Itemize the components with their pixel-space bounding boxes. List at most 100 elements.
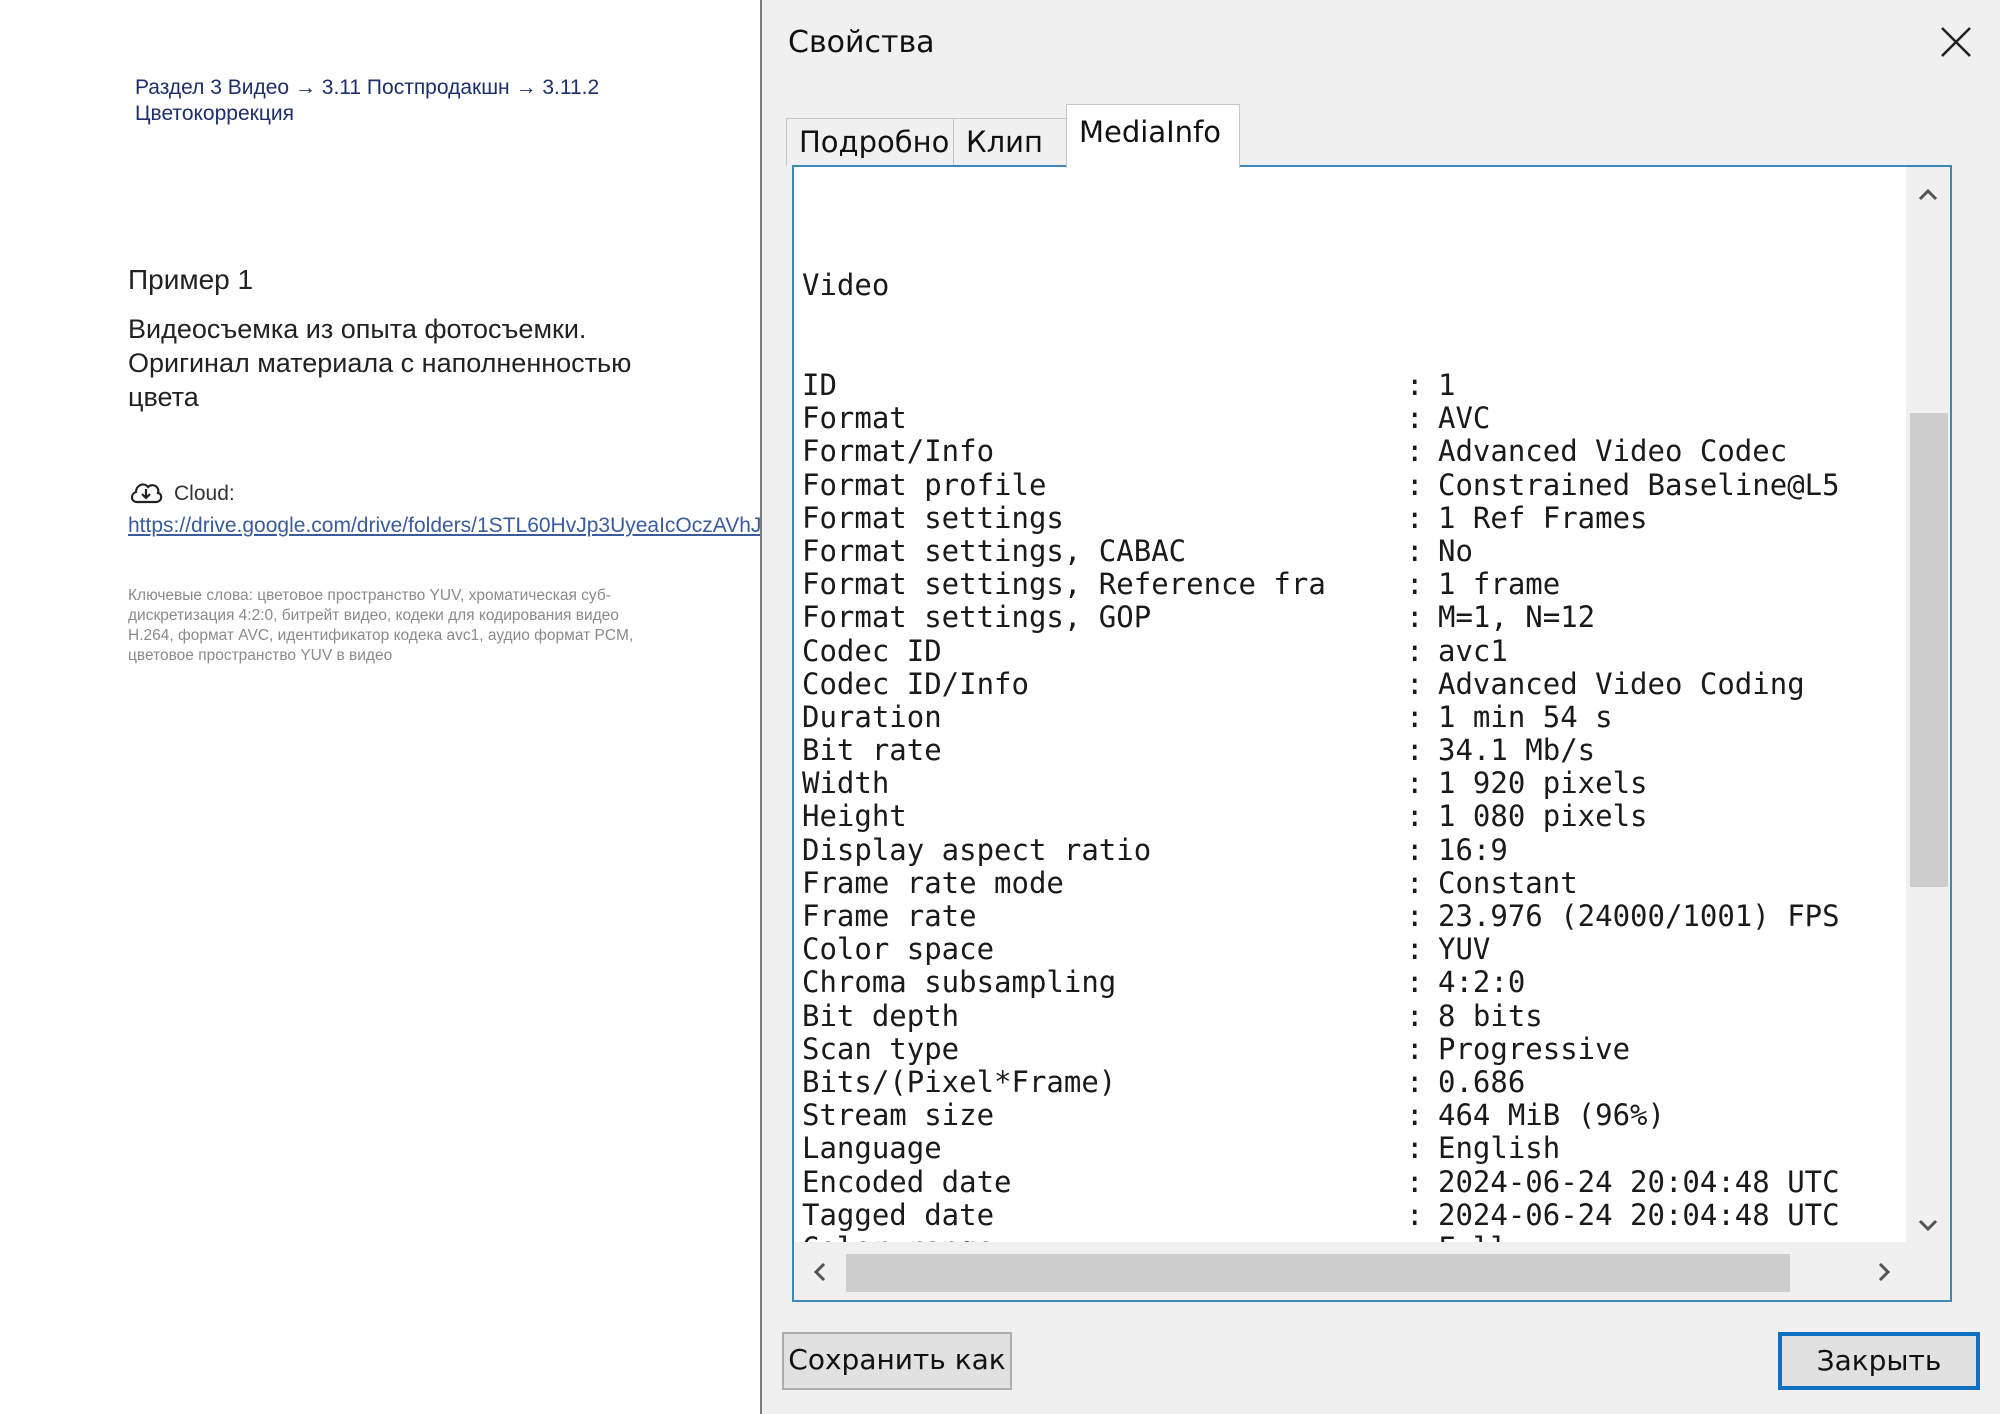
- mediainfo-colon: :: [1406, 932, 1424, 967]
- mediainfo-colon: :: [1406, 1164, 1424, 1199]
- mediainfo-row: Stream size:464 MiB (96%): [802, 1098, 1932, 1133]
- vertical-scrollbar[interactable]: [1906, 167, 1950, 1242]
- mediainfo-row: Format/Info: Advanced Video Codec: [802, 435, 1932, 468]
- mediainfo-row: Color space: YUV: [802, 932, 1932, 967]
- mediainfo-colon: :: [1406, 1197, 1424, 1232]
- mediainfo-row: ID:1: [802, 368, 1932, 402]
- mediainfo-row: Format settings, CABAC: No: [802, 533, 1932, 568]
- chevron-up-icon[interactable]: [1916, 185, 1940, 205]
- horizontal-scrollbar[interactable]: [794, 1242, 1910, 1300]
- mediainfo-value: 1 min 54 s: [1438, 699, 1613, 734]
- mediainfo-row: Duration:1 min 54 s: [802, 699, 1932, 734]
- mediainfo-row: Encoded date:2024-06-24 20:04:48 UTC: [802, 1164, 1932, 1199]
- mediainfo-key: Codec ID: [802, 633, 942, 668]
- save-as-button[interactable]: Сохранить как: [782, 1332, 1012, 1390]
- mediainfo-key: Format settings, CABAC: [802, 533, 1187, 568]
- mediainfo-value: 1 frame: [1438, 567, 1561, 602]
- properties-dialog: Свойства Подробно Клип MediaInfo Video I…: [760, 0, 2000, 1414]
- mediainfo-value: AVC: [1438, 401, 1491, 436]
- mediainfo-row: Bit depth:8 bits: [802, 998, 1932, 1033]
- mediainfo-key: Tagged date: [802, 1197, 995, 1232]
- mediainfo-key: Frame rate mode: [802, 865, 1064, 900]
- cloud-label: Cloud:: [174, 482, 235, 505]
- mediainfo-value: Constant: [1438, 865, 1578, 900]
- mediainfo-value: 0.686: [1438, 1064, 1526, 1099]
- close-icon[interactable]: [1932, 18, 1980, 66]
- mediainfo-value: English: [1438, 1131, 1561, 1166]
- mediainfo-colon: :: [1406, 533, 1424, 568]
- horizontal-scroll-thumb[interactable]: [846, 1254, 1790, 1292]
- mediainfo-row: Frame rate mode: Constant: [802, 865, 1932, 900]
- mediainfo-key: Scan type: [802, 1031, 960, 1066]
- mediainfo-key: Bits/(Pixel*Frame): [802, 1064, 1117, 1099]
- mediainfo-key: Bit rate: [802, 733, 942, 768]
- mediainfo-value: avc1: [1438, 633, 1508, 668]
- scrollbar-corner: [1906, 1242, 1950, 1300]
- cloud-link-block: Cloud: https://drive.google.com/drive/fo…: [128, 478, 876, 539]
- mediainfo-key: Format profile: [802, 467, 1047, 502]
- mediainfo-colon: :: [1406, 733, 1424, 768]
- mediainfo-colon: :: [1406, 1031, 1424, 1066]
- mediainfo-value: 1 920 pixels: [1438, 766, 1648, 801]
- mediainfo-row: Format settings, GOP: M=1, N=12: [802, 601, 1932, 634]
- mediainfo-value: Progressive: [1438, 1031, 1631, 1066]
- mediainfo-row: Display aspect ratio:16:9: [802, 832, 1932, 867]
- example-description: Видеосъемка из опыта фотосъемки. Оригина…: [128, 314, 632, 412]
- chevron-right-icon[interactable]: [1874, 1260, 1894, 1284]
- mediainfo-value: 1: [1438, 368, 1456, 402]
- mediainfo-key: Format settings, Reference fra: [802, 567, 1326, 602]
- mediainfo-row: Chroma subsampling:4:2:0: [802, 966, 1932, 999]
- mediainfo-row: Language: English: [802, 1132, 1932, 1165]
- mediainfo-value: 2024-06-24 20:04:48 UTC: [1438, 1164, 1840, 1199]
- vertical-scroll-thumb[interactable]: [1910, 413, 1948, 887]
- mediainfo-key: Codec ID/Info: [802, 666, 1029, 701]
- mediainfo-row: Bits/(Pixel*Frame):0.686: [802, 1064, 1932, 1099]
- mediainfo-row: Format settings, Reference fra:1 frame: [802, 567, 1932, 602]
- mediainfo-row: Tagged date:2024-06-24 20:04:48 UTC: [802, 1197, 1932, 1232]
- mediainfo-key: Duration: [802, 699, 942, 734]
- mediainfo-key: Encoded date: [802, 1164, 1012, 1199]
- mediainfo-key: Format settings: [802, 500, 1064, 535]
- mediainfo-colon: :: [1406, 699, 1424, 734]
- mediainfo-key: Format settings, GOP: [802, 600, 1152, 635]
- mediainfo-colon: :: [1406, 1098, 1424, 1133]
- mediainfo-colon: :: [1406, 600, 1424, 635]
- mediainfo-row: Codec ID: avc1: [802, 633, 1932, 668]
- mediainfo-colon: :: [1406, 1064, 1424, 1099]
- mediainfo-colon: :: [1406, 998, 1424, 1033]
- tab-clip[interactable]: Клип: [953, 118, 1067, 166]
- tab-mediainfo[interactable]: MediaInfo: [1066, 104, 1240, 168]
- mediainfo-key: Height: [802, 799, 907, 834]
- mediainfo-colon: :: [1406, 965, 1424, 1000]
- mediainfo-row: Width:1 920 pixels: [802, 767, 1932, 800]
- mediainfo-colon: :: [1406, 832, 1424, 867]
- mediainfo-value: Constrained Baseline@L5: [1438, 467, 1840, 502]
- mediainfo-colon: :: [1406, 666, 1424, 701]
- example-title: Пример 1: [128, 264, 254, 295]
- mediainfo-key: Bit depth: [802, 998, 960, 1033]
- mediainfo-key: Display aspect ratio: [802, 832, 1152, 867]
- mediainfo-value: 16:9: [1438, 832, 1508, 867]
- dialog-title: Свойства: [788, 25, 935, 60]
- mediainfo-colon: :: [1406, 1131, 1424, 1166]
- chevron-down-icon[interactable]: [1916, 1215, 1940, 1235]
- mediainfo-value: 34.1 Mb/s: [1438, 733, 1596, 768]
- mediainfo-text[interactable]: Video ID:1 Format: AVC Format/Info: Advanced…: [802, 203, 1932, 1243]
- mediainfo-value: Advanced Video Codec: [1438, 434, 1788, 469]
- mediainfo-colon: :: [1406, 401, 1424, 436]
- mediainfo-key: Format: [802, 401, 907, 436]
- close-button[interactable]: Закрыть: [1778, 1332, 1980, 1390]
- cloud-download-icon: [128, 478, 164, 513]
- mediainfo-value: 23.976 (24000/1001) FPS: [1438, 899, 1840, 933]
- mediainfo-row: Frame rate:23.976 (24000/1001) FPS: [802, 899, 1932, 933]
- mediainfo-row: Format profile: Constrained Baseline@L5: [802, 467, 1932, 502]
- section-header: Video: [802, 268, 890, 303]
- mediainfo-key: ID: [802, 368, 837, 402]
- mediainfo-value: 1 Ref Frames: [1438, 500, 1648, 535]
- mediainfo-key: Frame rate: [802, 899, 977, 933]
- mediainfo-row: Bit rate:34.1 Mb/s: [802, 733, 1932, 768]
- chevron-left-icon[interactable]: [810, 1260, 830, 1284]
- tab-details[interactable]: Подробно: [786, 118, 954, 166]
- mediainfo-value: 4:2:0: [1438, 965, 1526, 1000]
- mediainfo-value: M=1, N=12: [1438, 600, 1596, 635]
